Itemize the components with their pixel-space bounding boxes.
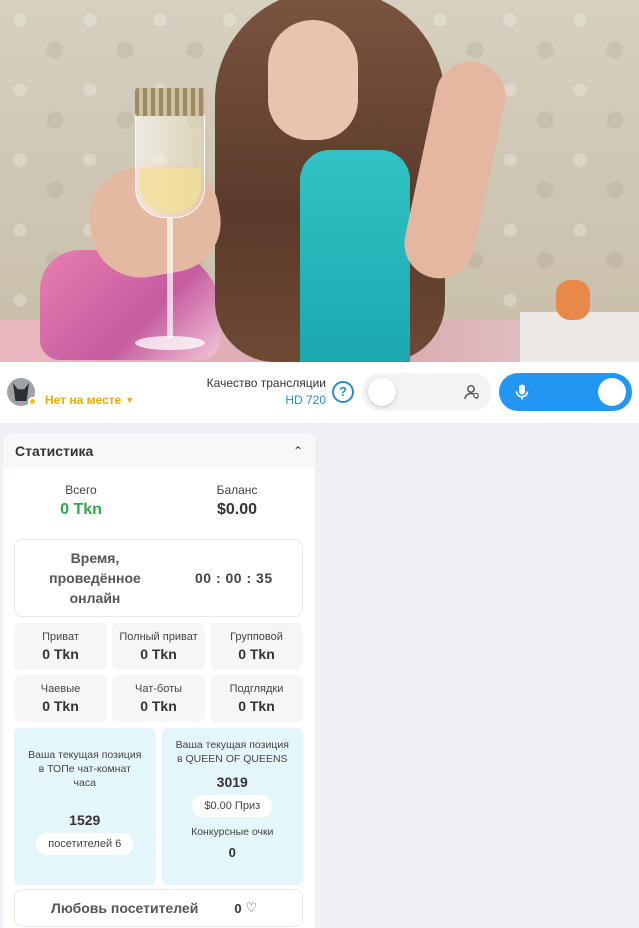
earnings-cell-private: Приват 0 Tkn — [14, 623, 107, 670]
top-chat-text: Ваша текущая позиция в ТОПе чат-комнат ч… — [28, 749, 142, 789]
cell-label: Чат-боты — [134, 683, 183, 695]
status-dropdown[interactable]: Нет на месте ▼ — [45, 393, 134, 407]
cell-value: 0 Tkn — [42, 646, 79, 662]
microphone-toggle[interactable] — [499, 373, 632, 411]
video-wine-glass — [130, 88, 210, 358]
contest-points-label: Конкурсные очки — [191, 826, 274, 838]
queen-number: 3019 — [216, 774, 248, 790]
toggle-knob — [598, 378, 626, 406]
cell-value: 0 Tkn — [238, 698, 275, 714]
cell-label: Приват — [42, 631, 79, 643]
total-label: Всего — [65, 483, 97, 497]
quality-value[interactable]: HD 720 — [190, 393, 326, 407]
cell-label: Групповой — [230, 631, 283, 643]
earnings-grid: Приват 0 Tkn Полный приват 0 Tkn Группов… — [14, 623, 303, 722]
users-icon — [464, 385, 479, 400]
camera-toggle[interactable] — [362, 373, 492, 411]
cell-label: Чаевые — [40, 683, 81, 695]
time-label-line: онлайн — [69, 590, 121, 606]
time-label-line: Время, — [70, 550, 120, 566]
microphone-icon — [515, 384, 529, 400]
chevron-up-icon[interactable]: ⌃ — [293, 444, 303, 458]
love-label: Любовь посетителей — [51, 900, 199, 916]
balance-label: Баланс — [216, 483, 258, 497]
love-value: 0 — [234, 900, 242, 916]
toggle-knob — [368, 378, 396, 406]
earnings-cell-chatbots: Чат-боты 0 Tkn — [112, 675, 205, 722]
quality-title: Качество трансляции — [206, 376, 326, 390]
ranking-cards: Ваша текущая позиция в ТОПе чат-комнат ч… — [14, 728, 303, 885]
visitors-pill: посетителей 6 — [36, 833, 134, 855]
cell-value: 0 Tkn — [140, 646, 177, 662]
earnings-cell-tips: Чаевые 0 Tkn — [14, 675, 107, 722]
broadcast-controls: Нет на месте ▼ Качество трансляции HD 72… — [0, 362, 639, 423]
statistics-panel: Статистика ⌃ Всего 0 Tkn Баланс $0.00 Вр… — [3, 433, 315, 928]
online-time-box: Время, проведённое онлайн 00 : 00 : 35 — [14, 539, 303, 617]
prize-pill: $0.00 Приз — [192, 795, 273, 817]
chevron-down-icon: ▼ — [125, 395, 135, 405]
help-icon[interactable]: ? — [332, 381, 354, 403]
video-person-top — [300, 150, 410, 362]
cell-value: 0 Tkn — [42, 698, 79, 714]
statistics-header[interactable]: Статистика ⌃ — [3, 433, 315, 469]
stream-quality[interactable]: Качество трансляции HD 720 — [190, 376, 326, 407]
earnings-cell-spy: Подглядки 0 Tkn — [210, 675, 303, 722]
top-chat-number: 1529 — [69, 812, 101, 828]
total-value: 0 Tkn — [60, 501, 102, 518]
panel-title: Статистика — [15, 443, 94, 459]
video-stream[interactable] — [0, 0, 639, 362]
queen-text: Ваша текущая позиция в QUEEN OF QUEENS — [175, 739, 289, 765]
online-time-label: Время, проведённое онлайн — [15, 548, 175, 608]
video-toy — [556, 280, 590, 320]
top-chat-card: Ваша текущая позиция в ТОПе чат-комнат ч… — [14, 728, 156, 885]
queen-card: Ваша текущая позиция в QUEEN OF QUEENS 3… — [161, 728, 303, 885]
earnings-cell-full-private: Полный приват 0 Tkn — [112, 623, 205, 670]
time-label-line: проведённое — [49, 570, 141, 586]
cell-label: Полный приват — [119, 631, 198, 643]
balance-value: $0.00 — [216, 501, 258, 518]
cell-value: 0 Tkn — [140, 698, 177, 714]
contest-points-value: 0 — [228, 845, 236, 860]
earnings-cell-group: Групповой 0 Tkn — [210, 623, 303, 670]
cell-label: Подглядки — [229, 683, 284, 695]
heart-icon: ♡ — [245, 900, 258, 915]
video-person-face — [268, 20, 358, 140]
status-label: Нет на месте — [45, 393, 122, 407]
visitors-love-row: Любовь посетителей 0 ♡ — [14, 889, 303, 927]
status-dot — [28, 397, 37, 406]
wolf-icon — [13, 383, 29, 401]
cell-value: 0 Tkn — [238, 646, 275, 662]
online-time-value: 00 : 00 : 35 — [195, 570, 273, 586]
